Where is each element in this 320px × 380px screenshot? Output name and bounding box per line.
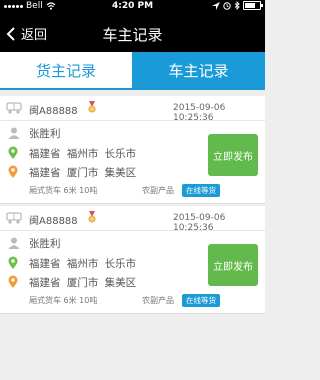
- license-plate: 闽A88888: [29, 106, 78, 117]
- owner-name: 张胜利: [29, 238, 61, 250]
- tab-bar: 货主记录 车主记录: [0, 52, 265, 90]
- origin-address: 福建省 福州市 长乐市: [29, 258, 137, 270]
- vehicle-info: 厢式货车 6米 10吨: [29, 296, 98, 305]
- record-card[interactable]: 闽A88888 2015-09-06 10:25:36 张胜利 福建省 福州市 …: [0, 206, 265, 314]
- publish-button[interactable]: 立即发布: [208, 244, 258, 286]
- truck-icon: [6, 212, 22, 224]
- license-plate: 闽A88888: [29, 216, 78, 227]
- destination-address: 福建省 厦门市 集美区: [29, 167, 137, 179]
- tab-shipper-records[interactable]: 货主记录: [0, 52, 132, 90]
- truck-icon: [6, 102, 22, 114]
- location-pin-icon: [8, 146, 18, 159]
- record-time: 2015-09-06 10:25:36: [173, 103, 226, 123]
- location-pin-icon: [8, 256, 18, 269]
- bluetooth-icon: [234, 1, 240, 10]
- medal-icon: [88, 211, 96, 223]
- tab-vehicle-owner-records[interactable]: 车主记录: [132, 52, 265, 90]
- status-badge: 在线等货: [182, 294, 220, 307]
- cargo-type: 农副产品: [142, 296, 174, 305]
- person-icon: [8, 237, 20, 249]
- medal-icon: [88, 101, 96, 113]
- publish-button[interactable]: 立即发布: [208, 134, 258, 176]
- owner-name: 张胜利: [29, 128, 61, 140]
- battery-icon: [243, 1, 263, 10]
- status-badge: 在线等货: [182, 184, 220, 197]
- person-icon: [8, 127, 20, 139]
- location-arrow-icon: [212, 1, 220, 10]
- origin-address: 福建省 福州市 长乐市: [29, 148, 137, 160]
- page-title: 车主记录: [102, 26, 163, 44]
- record-card[interactable]: 闽A88888 2015-09-06 10:25:36 张胜利 福建省 福州市 …: [0, 96, 265, 204]
- location-pin-icon: [8, 165, 18, 178]
- vehicle-info: 厢式货车 6米 10吨: [29, 186, 98, 195]
- cargo-type: 农副产品: [142, 186, 174, 195]
- alarm-icon: [223, 1, 231, 10]
- record-time: 2015-09-06 10:25:36: [173, 213, 226, 233]
- card-header: 闽A88888 2015-09-06 10:25:36: [0, 206, 265, 233]
- location-pin-icon: [8, 275, 18, 288]
- status-bar: Bell 4:20 PM: [0, 0, 265, 14]
- nav-bar: 返回 车主记录: [0, 14, 265, 52]
- card-header: 闽A88888 2015-09-06 10:25:36: [0, 96, 265, 123]
- destination-address: 福建省 厦门市 集美区: [29, 277, 137, 289]
